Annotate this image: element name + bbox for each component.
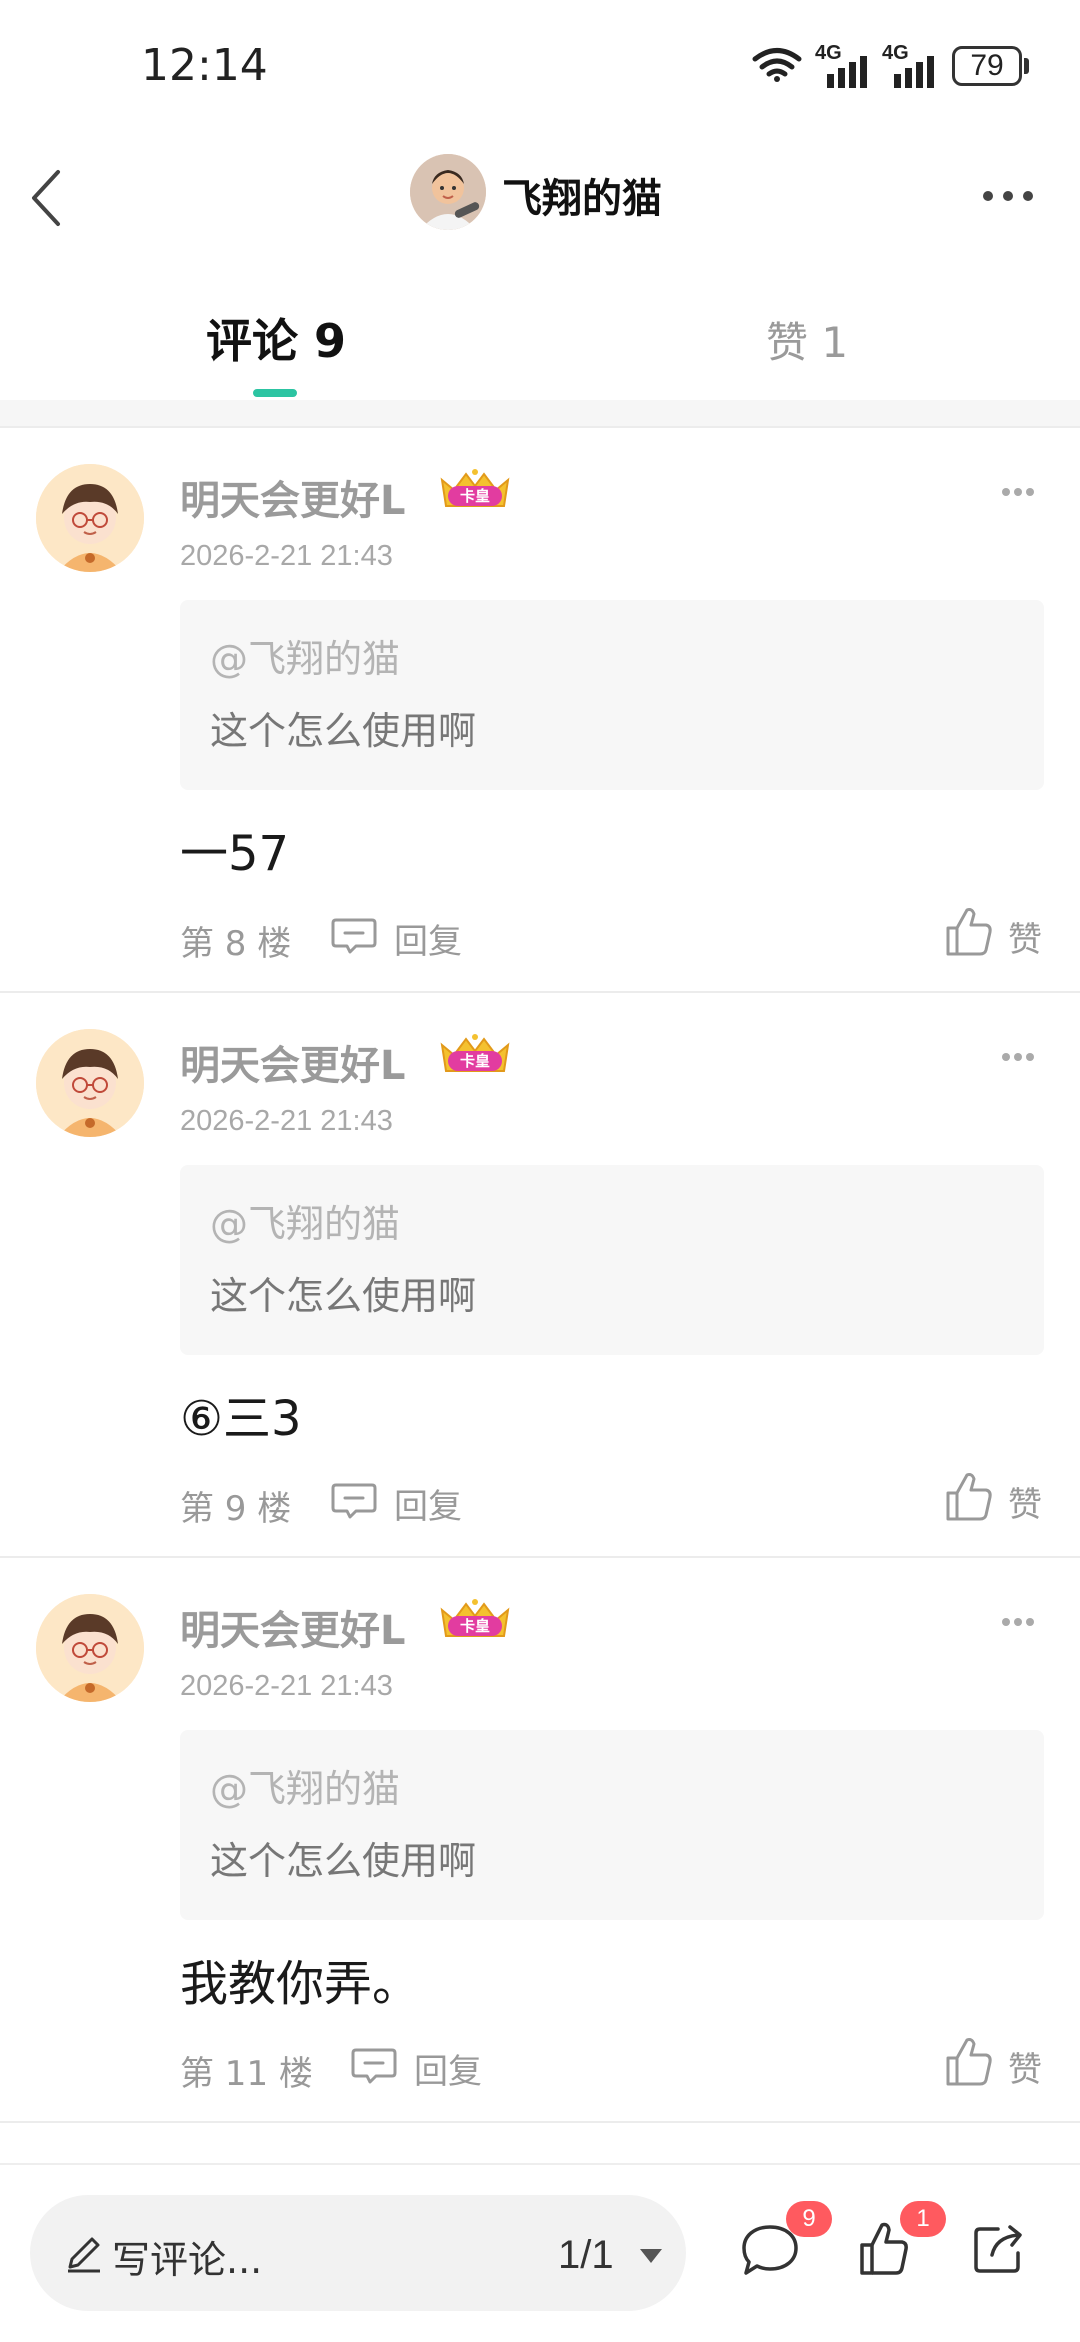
quoted-comment[interactable]: @飞翔的猫 这个怎么使用啊 <box>180 1165 1044 1355</box>
tab-bar: 评论 9 赞 1 <box>0 255 1080 402</box>
active-tab-indicator <box>253 389 297 397</box>
quote-text: 这个怎么使用啊 <box>210 709 477 753</box>
comment-more-icon[interactable] <box>1000 1616 1036 1628</box>
comment-text: ⑥三3 <box>180 1391 302 1447</box>
reply-icon <box>331 918 377 954</box>
quote-mention: @飞翔的猫 <box>210 1767 401 1811</box>
tab-likes[interactable]: 赞 1 <box>766 309 848 370</box>
share-icon[interactable] <box>970 2221 1026 2277</box>
chevron-down-icon[interactable] <box>638 2247 664 2265</box>
avatar-image <box>410 154 486 230</box>
top-header: 飞翔的猫 <box>0 140 1080 255</box>
quote-mention: @飞翔的猫 <box>210 1202 401 1246</box>
page-title: 飞翔的猫 <box>502 176 662 222</box>
reply-icon <box>331 1483 377 1519</box>
pen-icon <box>68 2237 100 2273</box>
avatar[interactable] <box>36 1594 144 1702</box>
comment-text: 我教你弄。 <box>180 1956 421 2012</box>
reply-label: 回复 <box>414 2052 482 2092</box>
thumbs-up-icon[interactable] <box>944 906 994 958</box>
avatar[interactable] <box>36 464 144 572</box>
comment-more-icon[interactable] <box>1000 1051 1036 1063</box>
avatar-image <box>36 1029 144 1137</box>
badge-label: 卡皇 <box>460 1052 490 1070</box>
badge-label: 卡皇 <box>460 1617 490 1635</box>
quote-mention: @飞翔的猫 <box>210 637 401 681</box>
bottom-action-bar: 写评论... 1/1 9 1 <box>0 2163 1080 2342</box>
like-count-badge: 1 <box>900 2201 946 2237</box>
floor-number: 第 9 楼 <box>180 1489 292 1529</box>
comment-item: 明天会更好L 卡皇 2026-2-21 21:43 @飞翔的猫 这个怎么使用啊 … <box>0 428 1080 993</box>
comment-time: 2026-2-21 21:43 <box>180 1670 393 1702</box>
crown-badge-icon: 卡皇 <box>440 1599 510 1637</box>
like-label[interactable]: 赞 <box>1008 1477 1042 1526</box>
comment-count-badge: 9 <box>786 2201 832 2237</box>
signal-bars-icon <box>894 56 934 88</box>
like-label[interactable]: 赞 <box>1008 2042 1042 2091</box>
crown-badge-icon: 卡皇 <box>440 469 510 507</box>
username[interactable]: 明天会更好L <box>180 1598 406 1656</box>
like-label[interactable]: 赞 <box>1008 912 1042 961</box>
battery-tip <box>1024 58 1029 74</box>
avatar-image <box>36 1594 144 1702</box>
quote-text: 这个怎么使用啊 <box>210 1274 477 1318</box>
username[interactable]: 明天会更好L <box>180 468 406 526</box>
quote-text: 这个怎么使用啊 <box>210 1839 477 1883</box>
wifi-icon <box>752 48 802 82</box>
quoted-comment[interactable]: @飞翔的猫 这个怎么使用啊 <box>180 600 1044 790</box>
thumbs-up-icon[interactable] <box>944 2036 994 2088</box>
page-indicator[interactable]: 1/1 <box>558 2233 614 2278</box>
back-arrow-icon[interactable] <box>28 164 68 232</box>
avatar[interactable] <box>36 1029 144 1137</box>
floor-number: 第 8 楼 <box>180 924 292 964</box>
crown-badge-icon: 卡皇 <box>440 1034 510 1072</box>
reply-label: 回复 <box>394 922 462 962</box>
badge-label: 卡皇 <box>460 487 490 505</box>
thumbs-up-icon[interactable] <box>858 2221 910 2277</box>
quoted-comment[interactable]: @飞翔的猫 这个怎么使用啊 <box>180 1730 1044 1920</box>
battery-indicator: 79 <box>952 46 1022 86</box>
reply-label: 回复 <box>394 1487 462 1527</box>
thumbs-up-icon[interactable] <box>944 1471 994 1523</box>
comment-item: 明天会更好L 卡皇 2026-2-21 21:43 @飞翔的猫 这个怎么使用啊 … <box>0 1558 1080 2123</box>
reply-icon <box>351 2048 397 2084</box>
comment-text: 一57 <box>180 826 290 882</box>
comment-more-icon[interactable] <box>1000 486 1036 498</box>
comment-item: 明天会更好L 卡皇 2026-2-21 21:43 @飞翔的猫 这个怎么使用啊 … <box>0 993 1080 1558</box>
section-divider <box>0 400 1080 428</box>
signal-bars-icon <box>827 56 867 88</box>
status-time: 12:14 <box>141 40 268 91</box>
tab-comments[interactable]: 评论 9 <box>206 305 346 371</box>
author-avatar[interactable] <box>410 154 486 230</box>
more-options-icon[interactable] <box>980 188 1036 204</box>
comment-input-placeholder: 写评论... <box>112 2238 263 2282</box>
status-bar: 12:14 4G 4G 79 <box>0 0 1080 140</box>
floor-number: 第 11 楼 <box>180 2054 313 2094</box>
comment-time: 2026-2-21 21:43 <box>180 540 393 572</box>
avatar-image <box>36 464 144 572</box>
username[interactable]: 明天会更好L <box>180 1033 406 1091</box>
comment-time: 2026-2-21 21:43 <box>180 1105 393 1137</box>
comment-input[interactable]: 写评论... 1/1 <box>30 2195 686 2311</box>
